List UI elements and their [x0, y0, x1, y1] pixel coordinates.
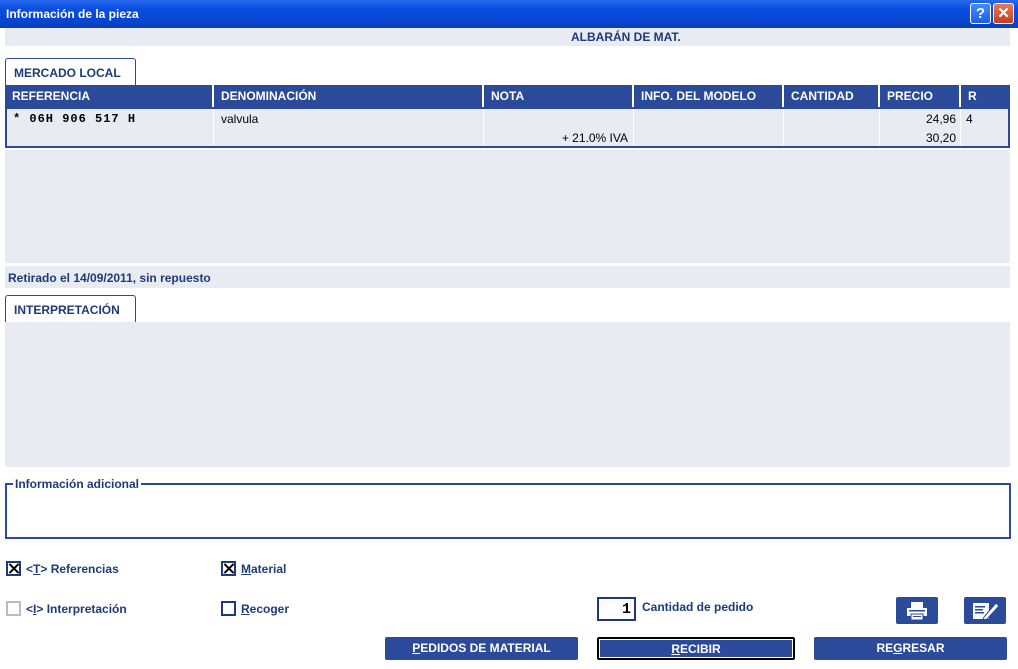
- recoger-checkbox-label: Recoger: [241, 601, 290, 616]
- material-checkbox-label: Material: [241, 561, 287, 576]
- interpretation-checkbox-box[interactable]: [6, 601, 21, 616]
- column-header-precio[interactable]: PRECIO: [880, 85, 961, 107]
- cell-referencia: * 06H 906 517 H: [7, 109, 214, 146]
- edit-note-button[interactable]: [964, 597, 1006, 624]
- additional-info-legend: Información adicional: [13, 477, 142, 491]
- cell-cantidad: [784, 109, 880, 146]
- precio-value: 24,96: [925, 112, 956, 126]
- order-quantity-label: Cantidad de pedido: [642, 600, 754, 614]
- parts-table-header: REFERENCIA DENOMINACIÓN NOTA INFO. DEL M…: [5, 85, 1010, 107]
- status-text: Retirado el 14/09/2011, sin repuesto: [5, 266, 1010, 288]
- cell-precio: 24,96 30,20: [880, 109, 961, 146]
- printer-icon: [907, 602, 927, 621]
- column-header-info-modelo[interactable]: INFO. DEL MODELO: [634, 85, 784, 107]
- document-type-label: ALBARÁN DE MAT.: [571, 30, 681, 44]
- additional-info-box[interactable]: Información adicional: [5, 477, 1011, 539]
- print-button[interactable]: [896, 597, 938, 624]
- cell-denominacion: valvula: [214, 109, 484, 146]
- interpretation-panel: [5, 322, 1010, 467]
- edit-note-icon: [973, 602, 1000, 621]
- tab-interpretacion[interactable]: INTERPRETACIÓN: [5, 295, 136, 322]
- help-button[interactable]: ?: [970, 3, 991, 24]
- regresar-button[interactable]: REGRESAR: [814, 637, 1007, 660]
- document-type-header: ALBARÁN DE MAT.: [5, 28, 1010, 46]
- interpretation-checkbox-label: <I> Interpretación: [26, 601, 127, 616]
- precio-iva-value: 30,20: [925, 131, 956, 145]
- references-checkbox-box[interactable]: [6, 561, 21, 576]
- close-button[interactable]: ✕: [993, 3, 1014, 24]
- references-checkbox-label: <T> Referencias: [26, 561, 119, 576]
- material-checkbox-box[interactable]: [221, 561, 236, 576]
- references-checkbox[interactable]: <T> Referencias: [6, 561, 119, 576]
- r-value: 4: [966, 112, 973, 126]
- recoger-checkbox[interactable]: Recoger: [221, 601, 289, 616]
- cell-nota: + 21.0% IVA: [484, 109, 634, 146]
- table-empty-area: [5, 150, 1010, 263]
- recibir-button[interactable]: RECIBIR: [597, 637, 795, 660]
- tab-mercado-local[interactable]: MERCADO LOCAL: [5, 58, 136, 85]
- column-header-r[interactable]: R: [961, 85, 1010, 107]
- table-row[interactable]: * 06H 906 517 H valvula + 21.0% IVA 24,9…: [5, 107, 1010, 148]
- material-checkbox[interactable]: Material: [221, 561, 286, 576]
- order-quantity-input[interactable]: 1: [597, 597, 636, 621]
- window-right-edge: [1012, 28, 1018, 669]
- window-titlebar: Información de la pieza ? ✕: [0, 0, 1018, 28]
- referencia-value: * 06H 906 517 H: [13, 112, 137, 126]
- column-header-referencia[interactable]: REFERENCIA: [5, 85, 214, 107]
- cell-r: 4: [961, 109, 1008, 146]
- nota-value: + 21.0% IVA: [561, 131, 628, 145]
- denominacion-value: valvula: [221, 112, 259, 126]
- window-title: Información de la pieza: [6, 7, 139, 21]
- tab-interpretacion-label: INTERPRETACIÓN: [14, 303, 120, 317]
- interpretation-checkbox[interactable]: <I> Interpretación: [6, 601, 127, 616]
- tab-mercado-local-label: MERCADO LOCAL: [14, 66, 121, 80]
- recoger-checkbox-box[interactable]: [221, 601, 236, 616]
- pedidos-material-button[interactable]: PEDIDOS DE MATERIAL: [385, 637, 578, 660]
- column-header-cantidad[interactable]: CANTIDAD: [784, 85, 880, 107]
- cell-info-modelo: [634, 109, 784, 146]
- column-header-nota[interactable]: NOTA: [484, 85, 634, 107]
- column-header-denominacion[interactable]: DENOMINACIÓN: [214, 85, 484, 107]
